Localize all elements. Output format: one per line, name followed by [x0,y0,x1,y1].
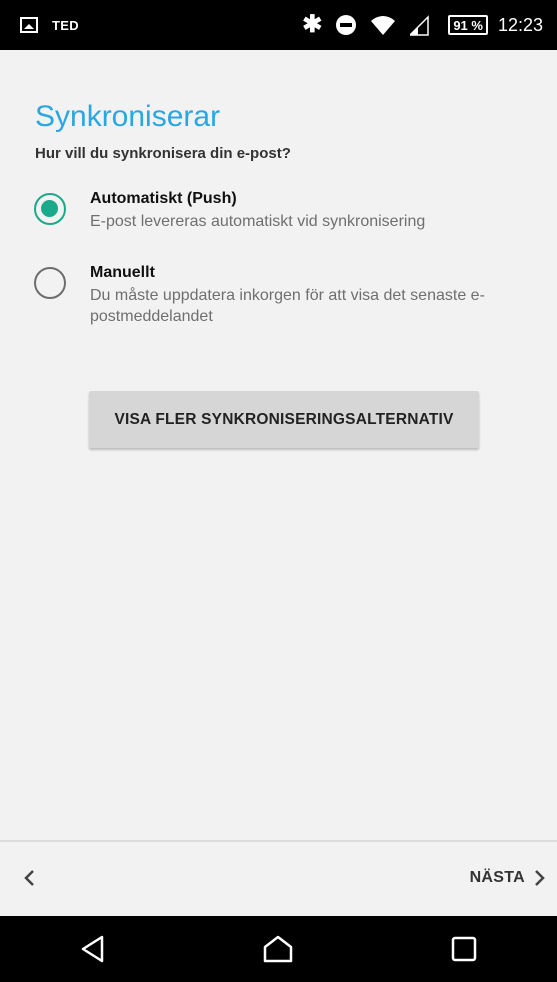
status-bar: TED ✱ 91 % 12:23 [0,0,557,50]
option-automatic-push[interactable]: Automatiskt (Push) E-post levereras auto… [34,188,534,232]
option-label: Manuellt [90,264,155,281]
image-icon [20,17,38,33]
chevron-left-icon[interactable] [14,858,44,898]
home-icon[interactable] [248,924,308,974]
page-subtitle: Hur vill du synkronisera din e-post? [35,145,291,162]
wizard-nav-bar: NÄSTA [0,840,557,916]
option-manual[interactable]: Manuellt Du måste uppdatera inkorgen för… [34,262,534,327]
option-description: E-post levereras automatiskt vid synkron… [90,213,426,230]
radio-button[interactable] [34,267,66,299]
radio-button-selected[interactable] [34,193,66,225]
option-description: Du måste uppdatera inkorgen för att visa… [90,287,485,325]
clock: 12:23 [497,14,543,35]
sync-settings-page: Synkroniserar Hur vill du synkronisera d… [0,50,557,840]
system-nav-bar [0,916,557,982]
option-label: Automatiskt (Push) [90,190,237,207]
wifi-icon [370,14,396,36]
do-not-disturb-icon [336,15,357,35]
battery-icon: 91 % [448,15,488,35]
page-title: Synkroniserar [35,100,221,133]
chevron-right-icon [533,868,547,888]
signal-icon [410,14,430,36]
back-triangle-icon[interactable] [63,924,123,974]
next-button[interactable]: NÄSTA [470,858,547,898]
more-sync-options-button[interactable]: VISA FLER SYNKRONISERINGSALTERNATIV [89,391,479,448]
recents-icon[interactable] [434,924,494,974]
carrier-label: TED [52,17,79,33]
bluetooth-icon: ✱ [302,11,323,38]
next-label: NÄSTA [469,869,525,886]
